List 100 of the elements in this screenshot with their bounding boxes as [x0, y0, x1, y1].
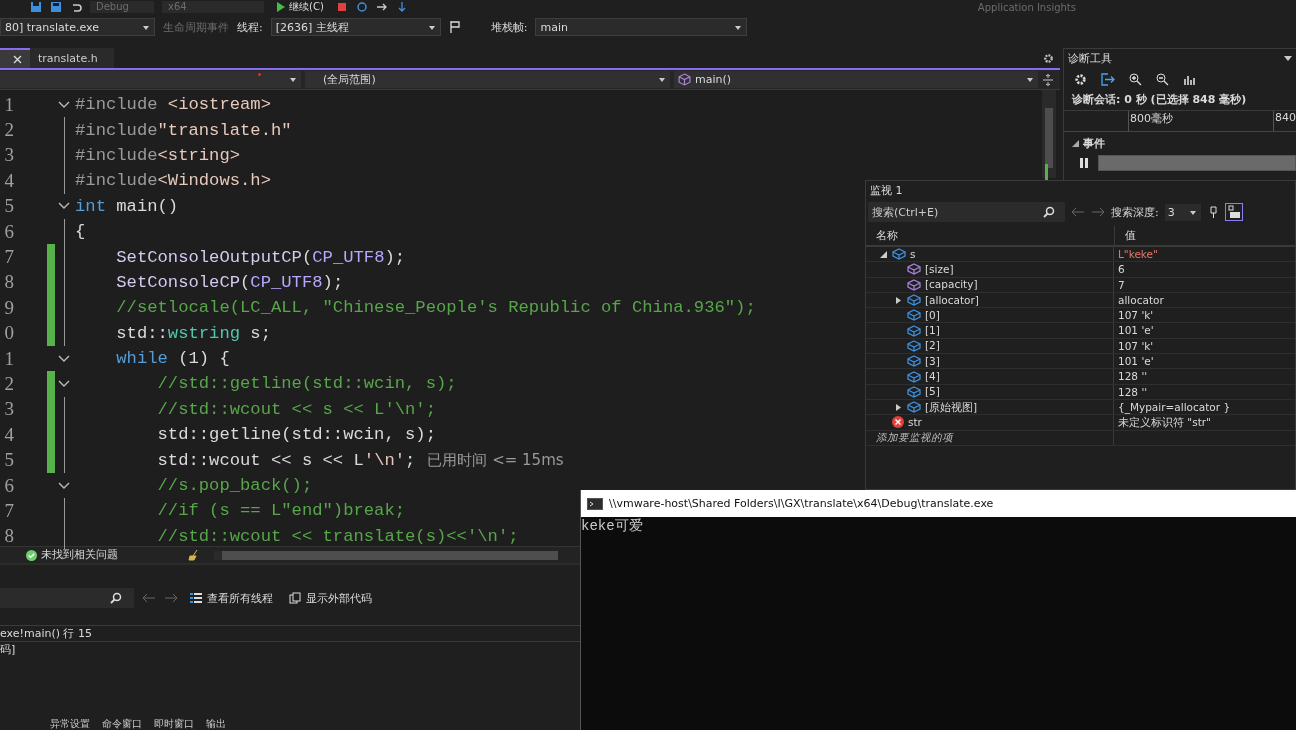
- line-number: 5: [3, 195, 14, 218]
- settings-icon[interactable]: [1074, 73, 1087, 86]
- add-watch-field[interactable]: 添加要监视的项: [866, 430, 1114, 445]
- collapse-icon[interactable]: [58, 100, 70, 109]
- line-number: 7: [3, 499, 14, 522]
- split-icon[interactable]: [1042, 73, 1054, 86]
- collapse-icon[interactable]: [58, 354, 70, 363]
- line-number: 2: [3, 119, 14, 142]
- search-field[interactable]: [0, 588, 134, 608]
- elapsed-time-hint: 已用时间 <= 15ms: [427, 450, 564, 470]
- pause-icon[interactable]: [1080, 158, 1088, 168]
- search-depth-dropdown[interactable]: 3: [1164, 203, 1201, 221]
- save-all-icon[interactable]: [50, 1, 62, 13]
- back-arrow-icon[interactable]: [142, 593, 156, 603]
- view-all-threads-button[interactable]: 查看所有线程: [186, 590, 277, 606]
- code-line: //std::wcout << translate(s)<<'\n';: [156, 526, 519, 546]
- step-over-icon[interactable]: [375, 1, 388, 13]
- variable-name: [4]: [925, 369, 940, 385]
- panel-tab[interactable]: 输出: [206, 717, 226, 730]
- save-icon[interactable]: [30, 1, 42, 13]
- collapse-icon[interactable]: [58, 481, 70, 490]
- code-line: #include<Windows.h>: [75, 171, 271, 191]
- play-icon: [276, 2, 286, 12]
- variable-value: 未定义标识符 "str": [1117, 415, 1211, 430]
- member-dropdown[interactable]: main(): [674, 71, 1038, 88]
- stop-icon[interactable]: [335, 1, 348, 13]
- continue-button[interactable]: 继续(C): [272, 0, 328, 14]
- line-number: 5: [3, 449, 14, 472]
- variable-name: [size]: [925, 261, 954, 277]
- variable-name: [1]: [925, 323, 940, 339]
- line-number: 8: [3, 525, 14, 548]
- restart-icon[interactable]: [355, 1, 368, 13]
- caret-icon[interactable]: [1284, 55, 1292, 61]
- call-stack-row[interactable]: exe!main() 行 15: [0, 625, 580, 641]
- expand-icon[interactable]: [895, 296, 902, 304]
- column-header[interactable]: 名称: [866, 226, 1115, 245]
- code-line: #include<string>: [75, 145, 241, 165]
- document-tab[interactable]: translate.h: [30, 48, 114, 68]
- search-field[interactable]: 搜索(Ctrl+E): [868, 202, 1065, 222]
- window-title: 监视 1: [869, 183, 904, 199]
- hex-display-icon[interactable]: [1224, 203, 1243, 221]
- chart-icon[interactable]: [1183, 73, 1196, 86]
- panel-tab[interactable]: 命令窗口: [102, 717, 142, 730]
- variable-value: 6: [1117, 262, 1125, 277]
- code-line: {: [75, 222, 86, 242]
- stack-frame-label: 堆栈帧:: [490, 19, 528, 35]
- vertical-scrollbar[interactable]: [1042, 90, 1056, 178]
- document-tab[interactable]: [0, 48, 30, 68]
- scope-dropdown[interactable]: (全局范围): [305, 71, 671, 88]
- variable-name: str: [908, 414, 922, 430]
- line-number: 2: [3, 373, 14, 395]
- variable-name: [5]: [925, 384, 940, 400]
- variable-name: [3]: [925, 353, 940, 369]
- panel-tab[interactable]: 即时窗口: [154, 717, 194, 730]
- code-line: #include <iostream>: [75, 95, 271, 115]
- code-line: int main(): [75, 196, 179, 216]
- back-arrow-icon[interactable]: [1071, 207, 1085, 217]
- search-icon[interactable]: [1043, 206, 1055, 218]
- collapse-icon[interactable]: [58, 202, 70, 211]
- zoom-out-icon[interactable]: [1156, 73, 1169, 86]
- collapse-icon[interactable]: [880, 250, 887, 258]
- session-info: 诊断会话: 0 秒 (已选择 848 毫秒): [1071, 92, 1248, 107]
- variable-value: 7: [1117, 277, 1125, 292]
- thread-label: 线程:: [237, 19, 263, 35]
- code-line: while (1) {: [115, 349, 230, 369]
- horizontal-scrollbar[interactable]: [214, 550, 558, 560]
- line-number: 8: [3, 271, 14, 294]
- forward-arrow-icon[interactable]: [1091, 207, 1105, 217]
- line-number: 6: [3, 474, 14, 497]
- zoom-in-icon[interactable]: [1129, 73, 1142, 86]
- flag-icon[interactable]: [448, 20, 461, 34]
- variable-value: 101 'e': [1117, 323, 1154, 338]
- ruler-label: 800毫秒: [1128, 111, 1173, 131]
- export-icon[interactable]: [1101, 73, 1115, 86]
- cube-icon: [678, 73, 692, 86]
- settings-icon[interactable]: [1043, 52, 1054, 64]
- expand-icon[interactable]: [895, 403, 902, 411]
- variable-value: 107 'k': [1117, 308, 1154, 323]
- panel-tab[interactable]: 异常设置: [50, 717, 90, 730]
- process-dropdown[interactable]: 80] translate.exe: [0, 18, 155, 36]
- issues-status[interactable]: 未找到相关问题: [0, 548, 176, 562]
- events-heading: 事件: [1083, 136, 1105, 151]
- line-number: 1: [3, 347, 14, 370]
- copy-icon: [289, 592, 301, 604]
- line-number: 7: [3, 246, 14, 269]
- call-stack-row[interactable]: 码]: [0, 641, 580, 657]
- forward-arrow-icon[interactable]: [164, 593, 178, 603]
- window-title: \\vmware-host\Shared Folders\I\GX\translate\x64\Debug\translate.exe: [609, 497, 994, 510]
- search-icon[interactable]: [110, 592, 122, 604]
- thread-dropdown[interactable]: [2636] 主线程: [270, 18, 441, 36]
- stack-frame-dropdown[interactable]: main: [535, 18, 748, 36]
- show-external-code-button[interactable]: 显示外部代码: [285, 590, 376, 606]
- variable-value: L"keke": [1117, 247, 1158, 262]
- variable-value: allocator: [1117, 292, 1164, 308]
- code-line: std::getline(std::wcin, s);: [156, 425, 436, 445]
- close-icon[interactable]: [13, 54, 22, 64]
- undo-icon[interactable]: [70, 1, 82, 13]
- column-header[interactable]: 值: [1115, 226, 1136, 245]
- collapse-icon[interactable]: [58, 380, 70, 388]
- collapse-icon[interactable]: [1072, 140, 1079, 147]
